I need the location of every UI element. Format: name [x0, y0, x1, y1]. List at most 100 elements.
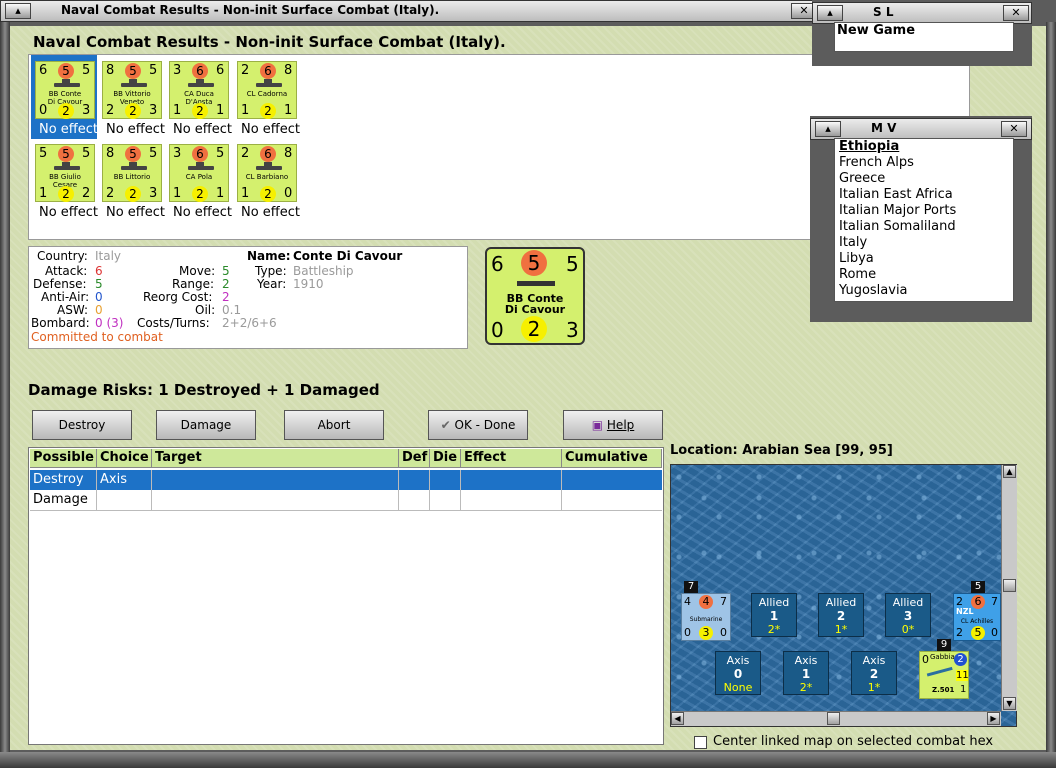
unit-counter[interactable]: 2 6 8 CL Cadorna 1 2 1	[237, 61, 297, 119]
allied-ship-counter[interactable]: 2 6 7 NZL CL Achilles 2 5 0	[953, 593, 1001, 641]
unit-counter[interactable]: 3 6 5 CA Pola 1 2 1	[169, 144, 229, 202]
col-die[interactable]: Die	[430, 449, 461, 468]
unit-effect: No effect	[173, 205, 233, 220]
type-value: Battleship	[293, 264, 354, 278]
table-row[interactable]: Destroy Axis	[30, 470, 662, 490]
slot-value: 1*	[834, 623, 848, 636]
list-item[interactable]: Italy	[837, 235, 1013, 251]
unit-counter[interactable]: 3 6 6 CA Duca D'Aosta 1 2 1	[169, 61, 229, 119]
table-cell	[430, 470, 461, 490]
help-button[interactable]: ▣ Help	[563, 410, 663, 440]
counter-attack: 6	[260, 146, 276, 162]
axis-slot-1[interactable]: Axis 1 2*	[783, 651, 829, 695]
slot-value: 2*	[767, 623, 781, 636]
map-vertical-scrollbar[interactable]: ▲ ▼	[1001, 465, 1017, 711]
counter-top-left: 5	[39, 146, 48, 161]
minimize-button[interactable]: ▴	[5, 3, 31, 19]
counter-unit-name: CL Achilles	[960, 618, 994, 625]
col-def[interactable]: Def	[399, 449, 430, 468]
allied-slot-2[interactable]: Allied 2 1*	[818, 593, 864, 637]
map-horizontal-scrollbar[interactable]: ◀ ▶	[671, 711, 1001, 726]
unit-count-badge: 5	[971, 581, 985, 593]
slot-number: 1	[801, 667, 811, 681]
slot-side: Axis	[862, 654, 886, 667]
center-map-checkbox[interactable]	[694, 736, 707, 749]
counter-top-right: 5	[566, 252, 579, 276]
scroll-down-arrow[interactable]: ▼	[1003, 697, 1016, 710]
scroll-thumb[interactable]	[827, 712, 840, 725]
mv-title-bar[interactable]: ▴ M V ✕	[810, 118, 1032, 140]
col-choice[interactable]: Choice	[97, 449, 152, 468]
name-value: Conte Di Cavour	[293, 249, 403, 263]
counter-bottom-left: 0	[684, 626, 691, 639]
list-item[interactable]: Yugoslavia	[837, 283, 1013, 299]
close-button[interactable]: ✕	[1003, 5, 1029, 21]
col-target[interactable]: Target	[152, 449, 399, 468]
minimize-button[interactable]: ▴	[815, 121, 841, 137]
scroll-left-arrow[interactable]: ◀	[671, 712, 684, 725]
col-possible[interactable]: Possible	[30, 449, 97, 468]
list-item[interactable]: Ethiopia	[837, 139, 1013, 155]
table-cell	[399, 490, 430, 510]
list-item[interactable]: French Alps	[837, 155, 1013, 171]
counter-attack: 5	[125, 146, 141, 162]
unit-counter[interactable]: 5 5 5 BB Giulio Cesare 1 2 2	[35, 144, 95, 202]
table-row[interactable]: Damage	[30, 490, 662, 511]
ship-icon	[121, 162, 147, 170]
slot-value: 1*	[867, 681, 881, 694]
unit-counter[interactable]: 8 5 5 BB Vittorio Veneto 2 2 3	[102, 61, 162, 119]
sl-title-bar[interactable]: ▴ S L ✕	[812, 2, 1032, 24]
axis-slot-0[interactable]: Axis 0 None	[715, 651, 761, 695]
abort-button[interactable]: Abort	[284, 410, 384, 440]
combat-map[interactable]: 7 4 4 7 Submarine 0 3 0 Allied 1 2* Allied…	[670, 464, 1017, 727]
ok-done-button[interactable]: ✔ OK - Done	[428, 410, 528, 440]
list-item[interactable]: New Game	[835, 23, 1013, 39]
list-item[interactable]: Greece	[837, 171, 1013, 187]
slot-side: Allied	[758, 596, 790, 609]
list-item[interactable]: Italian Major Ports	[837, 203, 1013, 219]
ship-icon	[256, 162, 282, 170]
axis-air-counter[interactable]: 0 Gabbiano 2 11 Z.501 1	[919, 651, 969, 699]
axis-slot-2[interactable]: Axis 2 1*	[851, 651, 897, 695]
submarine-counter[interactable]: 4 4 7 Submarine 0 3 0	[681, 593, 731, 641]
scroll-thumb[interactable]	[1003, 579, 1016, 592]
unit-effect: No effect	[241, 122, 301, 137]
col-effect[interactable]: Effect	[461, 449, 562, 468]
help-label: Help	[606, 418, 635, 432]
title-bar[interactable]: ▴ Naval Combat Results - Non-init Surfac…	[0, 0, 820, 22]
reorg-value: 2	[222, 290, 230, 304]
minimize-button[interactable]: ▴	[817, 5, 843, 21]
sl-list[interactable]: New Game	[834, 22, 1014, 52]
combat-table[interactable]: Possible Choice Target Def Die Effect Cu…	[28, 447, 664, 745]
table-cell	[562, 490, 662, 510]
ship-icon	[54, 162, 80, 170]
destroy-button[interactable]: Destroy	[32, 410, 132, 440]
damage-button[interactable]: Damage	[156, 410, 256, 440]
counter-top-left: 6	[39, 63, 48, 78]
range-label: Range:	[172, 277, 215, 291]
selected-unit-counter: 6 5 5 BB Conte Di Cavour 0 2 3	[485, 247, 585, 345]
scroll-right-arrow[interactable]: ▶	[987, 712, 1000, 725]
mv-list[interactable]: Ethiopia French Alps Greece Italian East Af…	[834, 138, 1014, 302]
counter-bottom-right: 3	[149, 186, 158, 201]
attack-label: Attack:	[45, 264, 88, 278]
ok-done-label: OK - Done	[454, 418, 516, 432]
col-cumulative[interactable]: Cumulative	[562, 449, 662, 468]
table-cell	[399, 470, 430, 490]
scroll-up-arrow[interactable]: ▲	[1003, 465, 1016, 478]
list-item[interactable]: Libya	[837, 251, 1013, 267]
counter-top-right: 5	[216, 146, 225, 161]
counter-bottom-right: 0	[720, 626, 727, 639]
unit-counter[interactable]: 2 6 8 CL Barbiano 1 2 0	[237, 144, 297, 202]
table-cell: Damage	[30, 490, 97, 510]
ship-icon	[188, 162, 214, 170]
unit-counter[interactable]: 6 5 5 BB Conte Di Cavour 0 2 3	[35, 61, 95, 119]
list-item[interactable]: Italian Somaliland	[837, 219, 1013, 235]
list-item[interactable]: Rome	[837, 267, 1013, 283]
counter-unit-name: Submarine	[689, 616, 723, 623]
allied-slot-1[interactable]: Allied 1 2*	[751, 593, 797, 637]
allied-slot-3[interactable]: Allied 3 0*	[885, 593, 931, 637]
unit-counter[interactable]: 8 5 5 BB Littorio 2 2 3	[102, 144, 162, 202]
close-button[interactable]: ✕	[1001, 121, 1027, 137]
list-item[interactable]: Italian East Africa	[837, 187, 1013, 203]
